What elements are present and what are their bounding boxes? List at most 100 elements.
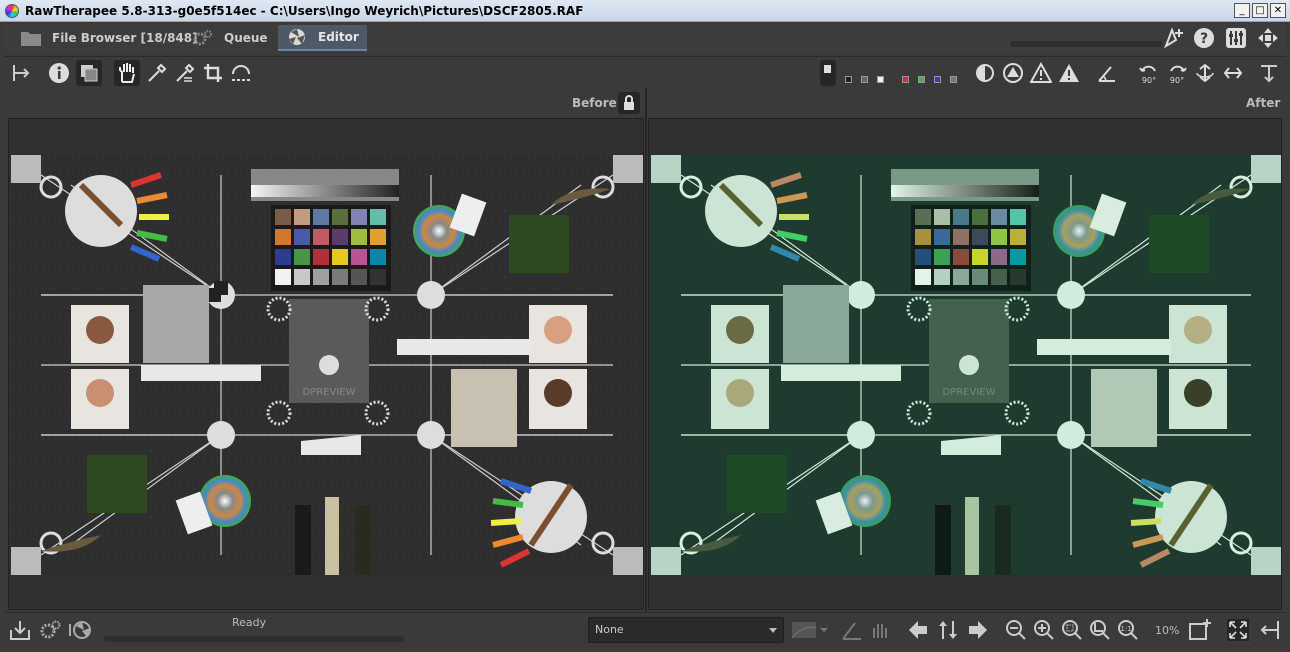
rawtherapee-logo-icon bbox=[5, 3, 19, 18]
add-to-queue-icon[interactable] bbox=[1162, 26, 1186, 50]
perspective-stat-icon[interactable] bbox=[840, 618, 864, 642]
send-to-editor-icon[interactable] bbox=[68, 618, 92, 642]
tab-editor-label: Editor bbox=[318, 30, 359, 44]
warning-icon bbox=[1059, 64, 1079, 82]
profile-combo-value: None bbox=[595, 623, 624, 636]
chevron-down-icon bbox=[769, 628, 777, 633]
highlight-clipping-button[interactable] bbox=[1000, 60, 1026, 86]
info-icon bbox=[49, 63, 69, 83]
after-label: After bbox=[1246, 96, 1281, 110]
before-after-divider[interactable] bbox=[645, 88, 647, 612]
after-preview-image: DPREVIEW bbox=[649, 119, 1281, 609]
info-button[interactable] bbox=[46, 60, 72, 86]
after-preview-pane[interactable]: DPREVIEW bbox=[648, 118, 1282, 610]
svg-text:90°: 90° bbox=[1142, 76, 1156, 84]
tab-queue-label: Queue bbox=[224, 31, 268, 45]
tab-file-browser[interactable]: File Browser [18/848] bbox=[12, 25, 206, 51]
tab-editor[interactable]: Editor bbox=[278, 25, 367, 51]
focus-mask-button[interactable] bbox=[972, 60, 998, 86]
new-detail-window-icon[interactable] bbox=[1188, 618, 1212, 642]
send-to-queue-icon[interactable] bbox=[38, 618, 62, 642]
preferences-icon[interactable] bbox=[1224, 26, 1248, 50]
curve-combo-icon[interactable] bbox=[790, 618, 830, 642]
folder-icon bbox=[21, 32, 41, 46]
lock-before-button[interactable] bbox=[618, 92, 640, 114]
straighten-button[interactable] bbox=[228, 60, 254, 86]
panel-top-arrow-icon bbox=[1261, 65, 1277, 83]
sync-filmstrip-icon[interactable] bbox=[936, 618, 960, 642]
bg-grey-swatch[interactable] bbox=[861, 76, 868, 83]
green-channel-swatch[interactable] bbox=[918, 76, 925, 83]
status-text: Ready bbox=[232, 616, 267, 629]
fullscreen-icon[interactable] bbox=[1226, 618, 1250, 642]
chart-logo-text: DPREVIEW bbox=[303, 387, 356, 398]
window-title: RawTherapee 5.8-313-g0e5f514ec - C:\User… bbox=[25, 3, 584, 18]
chart-logo-text: DPREVIEW bbox=[943, 387, 996, 398]
zoom-100-icon[interactable]: 1:1 bbox=[1116, 618, 1140, 642]
svg-text:1:1: 1:1 bbox=[1120, 625, 1131, 633]
gears-icon bbox=[193, 30, 212, 46]
warning-button[interactable] bbox=[1056, 60, 1082, 86]
warning-outline-icon bbox=[1030, 62, 1052, 83]
color-picker-button[interactable] bbox=[172, 60, 198, 86]
background-color-toggle[interactable] bbox=[820, 60, 836, 86]
color-picker-icon bbox=[176, 63, 195, 82]
rotate-right-button[interactable]: 90° bbox=[1164, 60, 1190, 86]
background-color-icon bbox=[824, 65, 831, 73]
fullscreen-move-icon[interactable] bbox=[1256, 26, 1280, 50]
before-preview-pane[interactable]: DPREVIEW bbox=[8, 118, 644, 610]
maximize-button[interactable]: □ bbox=[1252, 3, 1268, 18]
tab-file-browser-label: File Browser [18/848] bbox=[52, 31, 198, 45]
before-label: Before bbox=[572, 96, 617, 110]
luminance-swatch[interactable] bbox=[950, 76, 957, 83]
white-balance-picker-button[interactable] bbox=[144, 60, 170, 86]
bg-white-swatch[interactable] bbox=[877, 76, 884, 83]
close-button[interactable]: ✕ bbox=[1270, 3, 1286, 18]
flip-horizontal-icon bbox=[1223, 67, 1243, 79]
hand-tool-button[interactable] bbox=[114, 60, 140, 86]
eyedropper-icon bbox=[148, 63, 167, 82]
aperture-icon bbox=[289, 29, 305, 45]
hand-icon bbox=[119, 63, 135, 83]
crop-button[interactable] bbox=[200, 60, 226, 86]
toggle-right-panel-button[interactable] bbox=[1256, 60, 1282, 86]
crop-icon bbox=[204, 64, 222, 82]
focus-mask-icon bbox=[976, 64, 994, 82]
help-icon[interactable]: ? bbox=[1192, 26, 1216, 50]
lock-icon bbox=[624, 95, 634, 110]
panel-left-arrow-icon bbox=[13, 65, 30, 81]
zoom-out-icon[interactable] bbox=[1004, 618, 1028, 642]
toggle-right-panel-icon[interactable] bbox=[1258, 618, 1282, 642]
before-after-icon bbox=[81, 65, 98, 82]
angle-icon bbox=[1098, 66, 1115, 82]
minimize-button[interactable]: _ bbox=[1234, 3, 1250, 18]
before-after-button[interactable] bbox=[76, 60, 102, 86]
blue-channel-swatch[interactable] bbox=[934, 76, 941, 83]
straighten-icon bbox=[232, 65, 250, 81]
zoom-fit-crop-icon[interactable] bbox=[1088, 618, 1112, 642]
next-image-icon[interactable] bbox=[966, 618, 990, 642]
rotate-cw-90-icon: 90° bbox=[1170, 65, 1187, 84]
zoom-fit-icon[interactable] bbox=[1060, 618, 1084, 642]
bg-black-swatch[interactable] bbox=[845, 76, 852, 83]
flip-vertical-button[interactable] bbox=[1192, 60, 1218, 86]
toggle-left-panel-button[interactable] bbox=[8, 60, 34, 86]
flip-vertical-icon bbox=[1196, 63, 1214, 83]
tab-queue[interactable]: Queue bbox=[184, 25, 276, 51]
perspective-button[interactable] bbox=[1094, 60, 1120, 86]
split-view-icon[interactable] bbox=[868, 618, 892, 642]
rotate-left-button[interactable]: 90° bbox=[1136, 60, 1162, 86]
editor-toolbar: 90° 90° bbox=[4, 56, 1286, 88]
clipping-triangle-icon bbox=[1003, 63, 1023, 83]
shadow-clipping-button[interactable] bbox=[1028, 60, 1054, 86]
profile-combo[interactable]: None bbox=[588, 617, 784, 643]
window-title-bar[interactable]: RawTherapee 5.8-313-g0e5f514ec - C:\User… bbox=[0, 0, 1290, 22]
main-tab-bar: File Browser [18/848] Queue Editor ? bbox=[4, 24, 1286, 54]
previous-image-icon[interactable] bbox=[906, 618, 930, 642]
red-channel-swatch[interactable] bbox=[902, 76, 909, 83]
save-image-icon[interactable] bbox=[8, 618, 32, 642]
zoom-in-icon[interactable] bbox=[1032, 618, 1056, 642]
before-preview-image: DPREVIEW bbox=[9, 119, 643, 609]
flip-horizontal-button[interactable] bbox=[1220, 60, 1246, 86]
status-progress-bar bbox=[104, 636, 404, 642]
